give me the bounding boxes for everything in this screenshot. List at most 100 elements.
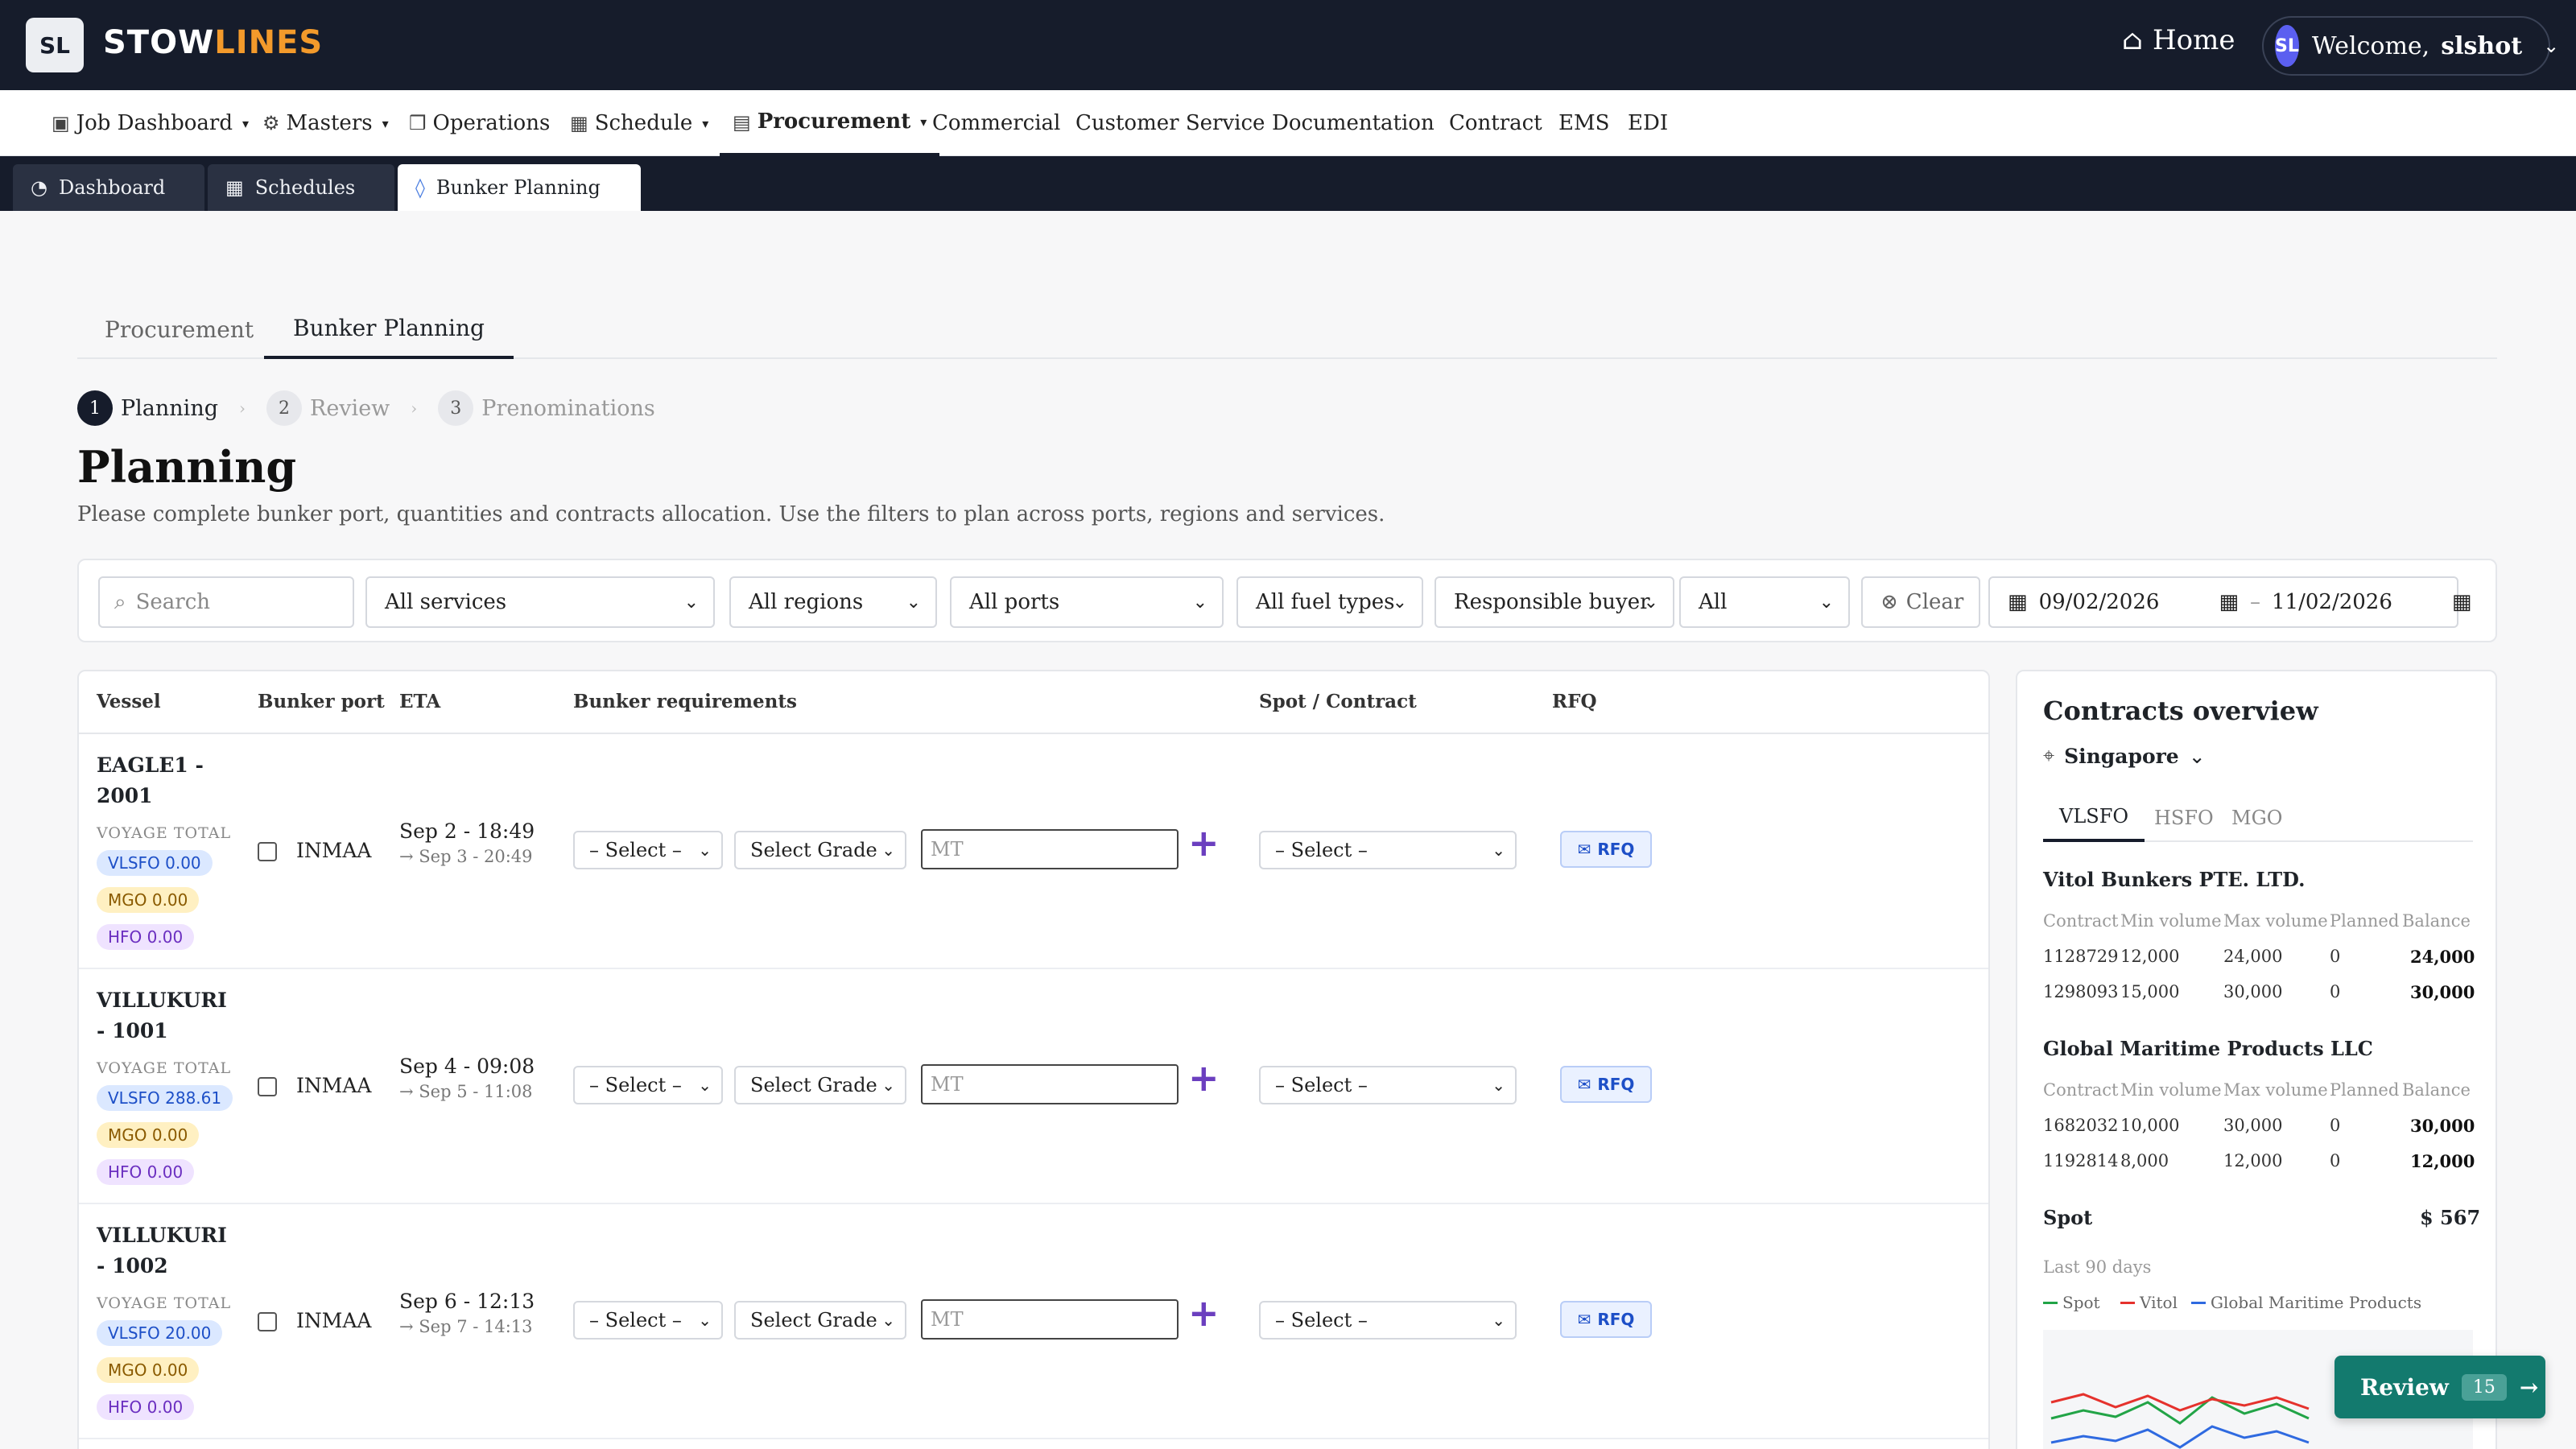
page-title: Planning — [77, 441, 297, 493]
grade-select[interactable]: Select Grade ⌄ — [734, 1066, 906, 1104]
max-volume: 30,000 — [2223, 982, 2283, 1001]
table-row: VILLUKURI - 1001 VOYAGE TOTAL VLSFO 288.… — [79, 969, 1988, 1204]
legend-swatch — [2043, 1301, 2058, 1304]
user-menu[interactable]: SL Welcome, slshot ⌄ — [2262, 16, 2559, 76]
row-checkbox[interactable] — [258, 1312, 277, 1331]
min-volume: 15,000 — [2120, 982, 2180, 1001]
add-requirement-button[interactable]: + — [1188, 1291, 1220, 1335]
mgo-badge: MGO 0.00 — [97, 887, 200, 913]
calendar-icon[interactable]: ▦ — [2452, 590, 2472, 614]
search-icon: ⌕ — [114, 589, 126, 614]
services-select[interactable]: All services ⌄ — [365, 576, 715, 628]
add-requirement-button[interactable]: + — [1188, 821, 1220, 865]
caret-down-icon: ▾ — [920, 114, 927, 130]
clear-label: Clear — [1905, 590, 1964, 614]
nav-procurement[interactable]: ▤ Procurement ▾ — [720, 90, 940, 156]
row-checkbox[interactable] — [258, 1077, 277, 1096]
rfq-button[interactable]: ✉ RFQ — [1560, 831, 1652, 868]
spot-contract-select[interactable]: – Select – ⌄ — [1259, 831, 1517, 869]
nav-edi[interactable]: EDI — [1628, 90, 1668, 156]
mt-input[interactable]: MT — [921, 1064, 1179, 1104]
row-checkbox[interactable] — [258, 842, 277, 861]
location-label: Singapore — [2064, 744, 2179, 768]
chevron-down-icon: ⌄ — [1818, 592, 1834, 613]
eta-start: Sep 6 - 12:13 — [399, 1290, 535, 1313]
header-bunker-port: Bunker port — [258, 691, 385, 712]
requirement-select[interactable]: – Select – ⌄ — [573, 1301, 723, 1340]
subtab-bunker-planning[interactable]: Bunker Planning — [264, 299, 514, 359]
sub-tabs: Procurement Bunker Planning — [77, 299, 2497, 359]
review-button[interactable]: Review 15 → — [2334, 1356, 2545, 1418]
select-value: All services — [385, 590, 507, 614]
grade-select[interactable]: Select Grade ⌄ — [734, 1301, 906, 1340]
mt-input[interactable]: MT — [921, 829, 1179, 869]
col-planned: Planned — [2330, 1080, 2400, 1100]
calendar-icon[interactable]: ▦ — [2219, 590, 2239, 614]
bunker-port: INMAA — [296, 1074, 372, 1097]
tab-bunker-planning[interactable]: ◊ Bunker Planning — [398, 164, 641, 211]
page-description: Please complete bunker port, quantities … — [77, 502, 1385, 526]
nav-ems[interactable]: EMS — [1558, 90, 1609, 156]
nav-job-dashboard[interactable]: ▣ Job Dashboard ▾ — [52, 90, 249, 156]
subtab-procurement[interactable]: Procurement — [105, 299, 254, 359]
chevron-down-icon: ⌄ — [881, 1311, 895, 1330]
nav-label: Commercial — [932, 111, 1061, 135]
requirement-select[interactable]: – Select – ⌄ — [573, 831, 723, 869]
nav-masters[interactable]: ⚙ Masters ▾ — [262, 90, 389, 156]
nav-contract[interactable]: Contract — [1449, 90, 1542, 156]
chevron-down-icon: ⌄ — [881, 840, 895, 860]
clear-button[interactable]: ⊗ Clear — [1861, 576, 1980, 628]
calendar-icon: ▦ — [570, 112, 588, 134]
dashboard-icon: ◔ — [31, 176, 47, 199]
nav-customer-service[interactable]: Customer Service — [1075, 90, 1265, 156]
date-from[interactable]: 09/02/2026 — [2039, 590, 2160, 614]
location-select[interactable]: ⌖ Singapore ⌄ — [2043, 744, 2206, 768]
search-input[interactable]: ⌕ Search — [98, 576, 354, 628]
col-max-volume: Max volume — [2223, 1080, 2328, 1100]
nav-commercial[interactable]: Commercial — [932, 90, 1060, 156]
rfq-button[interactable]: ✉ RFQ — [1560, 1066, 1652, 1103]
nav-documentation[interactable]: Documentation — [1272, 90, 1435, 156]
supplier-name: Global Maritime Products LLC — [2043, 1037, 2373, 1060]
chevron-down-icon: ⌄ — [698, 1311, 712, 1330]
tab-dashboard[interactable]: ◔ Dashboard — [13, 164, 204, 211]
date-range-picker[interactable]: ▦ 09/02/2026 ▦ – 11/02/2026 ▦ — [1988, 576, 2471, 628]
nav-operations[interactable]: ❒ Operations — [409, 90, 550, 156]
fuel-tab-vlsfo[interactable]: VLSFO — [2043, 794, 2145, 842]
buyer-select[interactable]: Responsible buyer ⌄ — [1435, 576, 1674, 628]
nav-label: Documentation — [1272, 111, 1435, 135]
vessel-name: VILLUKURI - 1001 — [97, 989, 227, 1042]
all-select[interactable]: All ⌄ — [1679, 576, 1850, 628]
app-logo[interactable]: SL — [26, 18, 84, 72]
mt-input[interactable]: MT — [921, 1299, 1179, 1340]
tab-label: MGO — [2231, 807, 2283, 829]
arrow-right-icon: → — [2519, 1373, 2539, 1401]
step-prenominations[interactable]: 3 Prenominations — [438, 390, 655, 426]
ports-select[interactable]: All ports ⌄ — [950, 576, 1224, 628]
fuel-tab-mgo[interactable]: MGO — [2231, 794, 2282, 842]
balance: 30,000 — [2410, 982, 2475, 1002]
fuel-tab-hsfo[interactable]: HSFO — [2154, 794, 2214, 842]
fuel-types-select[interactable]: All fuel types ⌄ — [1236, 576, 1423, 628]
username: slshot — [2441, 31, 2523, 60]
tab-schedules[interactable]: ▦ Schedules — [208, 164, 394, 211]
tab-label: HSFO — [2154, 807, 2214, 829]
step-review[interactable]: 2 Review — [266, 390, 390, 426]
rfq-button[interactable]: ✉ RFQ — [1560, 1301, 1652, 1338]
spot-contract-select[interactable]: – Select – ⌄ — [1259, 1301, 1517, 1340]
grade-select[interactable]: Select Grade ⌄ — [734, 831, 906, 869]
chevron-down-icon: ⌄ — [1392, 592, 1407, 613]
add-requirement-button[interactable]: + — [1188, 1056, 1220, 1100]
spot-contract-select[interactable]: – Select – ⌄ — [1259, 1066, 1517, 1104]
home-link[interactable]: ⌂ Home — [2122, 24, 2235, 56]
select-value: Select Grade — [750, 839, 877, 861]
requirement-select[interactable]: – Select – ⌄ — [573, 1066, 723, 1104]
nav-schedule[interactable]: ▦ Schedule ▾ — [570, 90, 708, 156]
regions-select[interactable]: All regions ⌄ — [729, 576, 937, 628]
step-planning[interactable]: 1 Planning — [77, 390, 218, 426]
nav-label: Masters — [286, 111, 373, 135]
max-volume: 12,000 — [2223, 1151, 2283, 1170]
col-balance: Balance — [2402, 911, 2471, 931]
nav-label: Contract — [1449, 111, 1542, 135]
date-to[interactable]: 11/02/2026 — [2272, 590, 2392, 614]
